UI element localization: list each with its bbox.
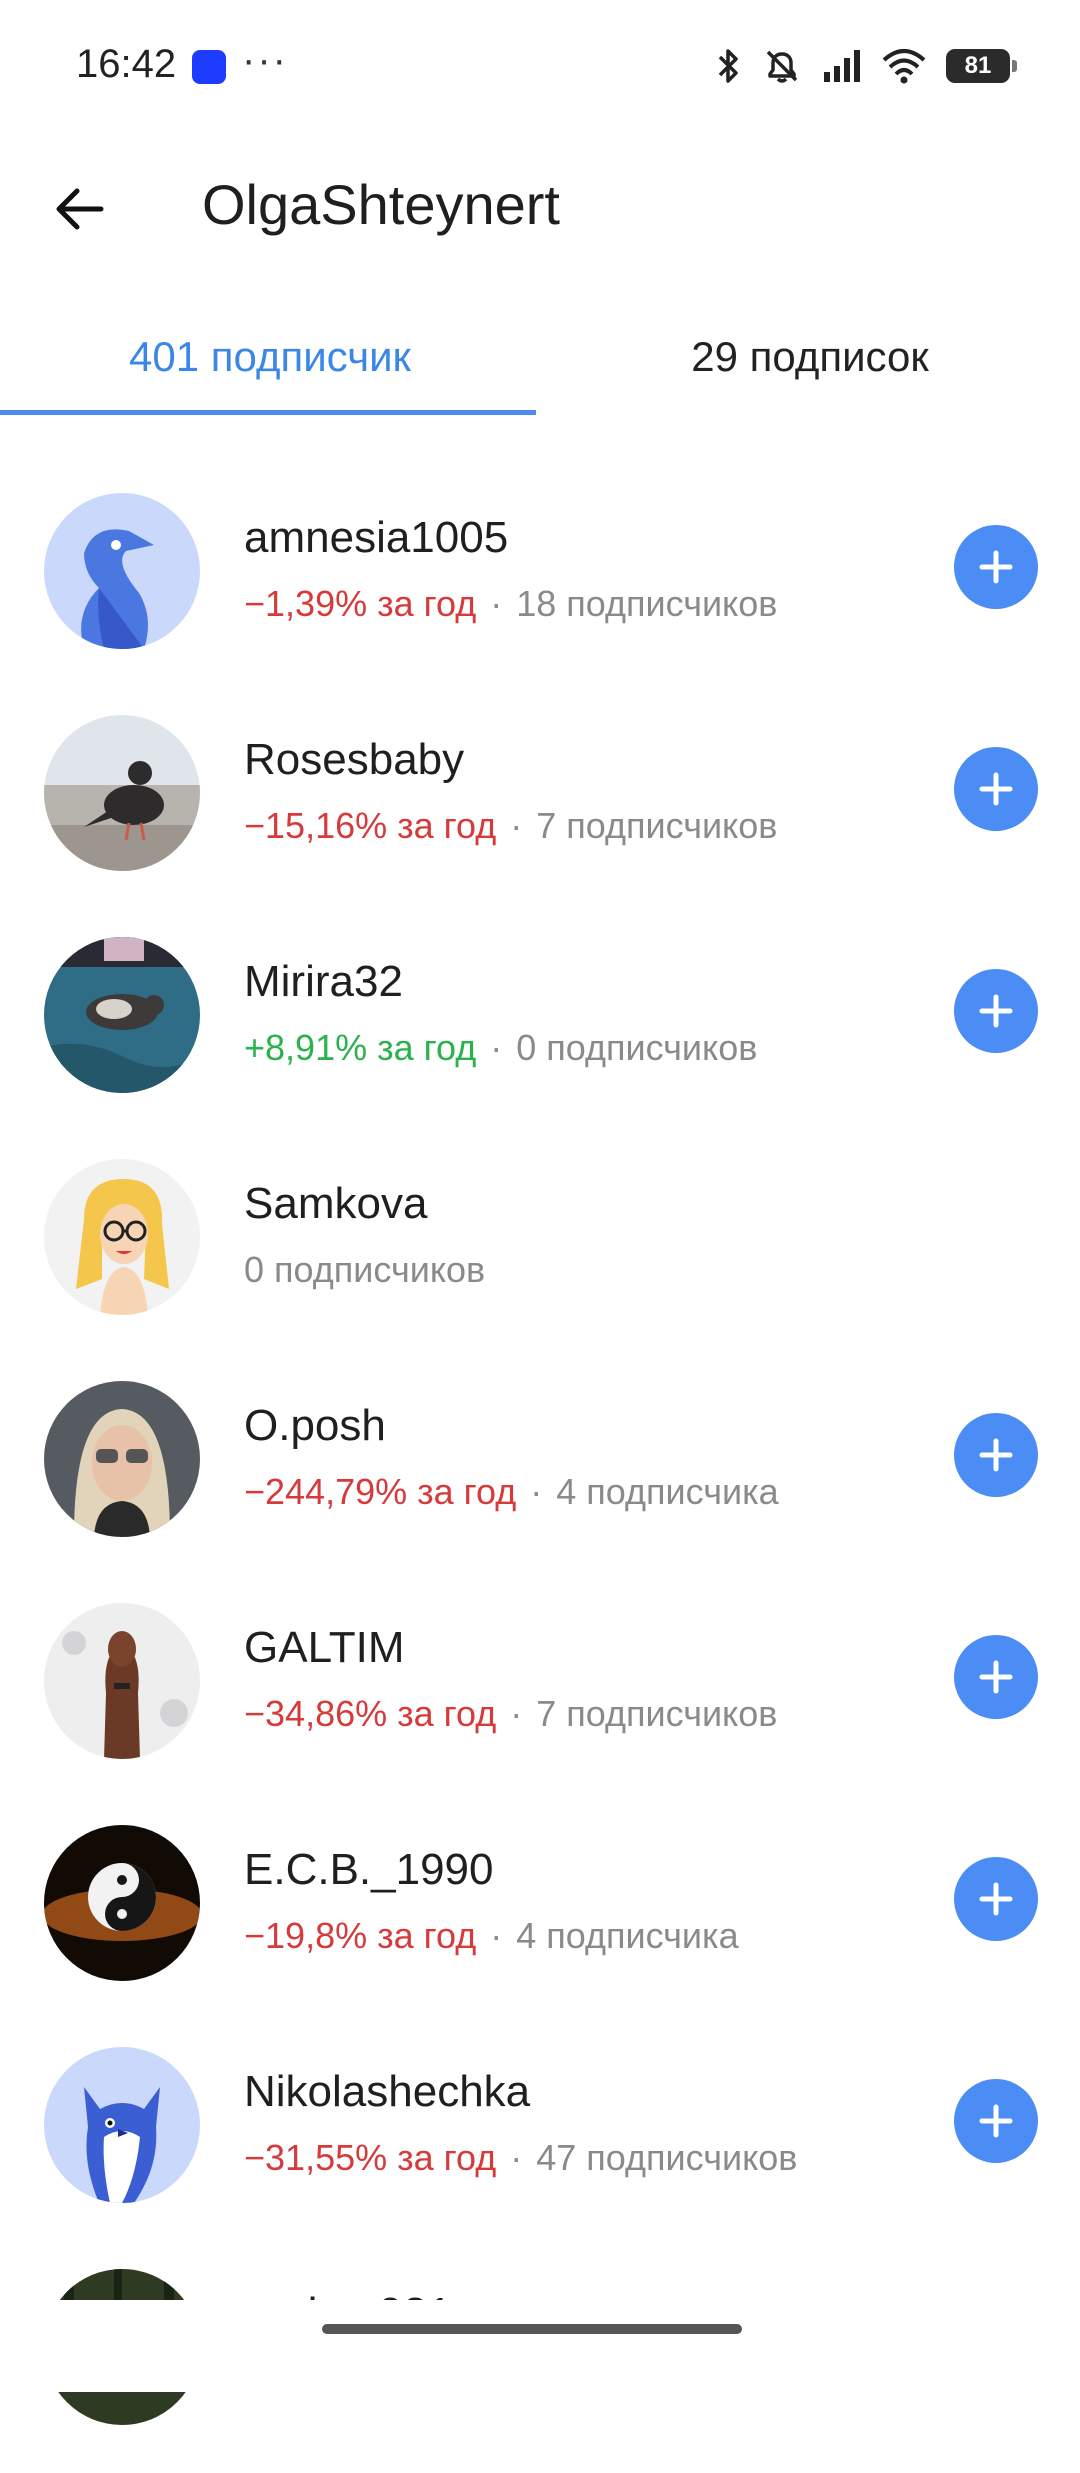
user-meta: −244,79% за год · 4 подписчика bbox=[244, 1471, 779, 1512]
user-meta: −15,16% за год · 7 подписчиков bbox=[244, 805, 778, 846]
follower-count: 4 подписчика bbox=[516, 1915, 739, 1956]
avatar[interactable] bbox=[44, 493, 200, 649]
avatar[interactable] bbox=[44, 1159, 200, 1315]
avatar[interactable] bbox=[44, 1381, 200, 1537]
user-meta: −1,39% за год · 18 подписчиков bbox=[244, 583, 778, 624]
user-name: Nikolashechka bbox=[244, 2067, 531, 2116]
user-name: O.posh bbox=[244, 1401, 386, 1450]
tab-bar: 401 подписчик 29 подписок bbox=[0, 300, 1080, 420]
wifi-icon bbox=[882, 49, 926, 84]
avatar[interactable] bbox=[44, 715, 200, 871]
follow-button[interactable] bbox=[954, 969, 1038, 1053]
avatar[interactable] bbox=[44, 1603, 200, 1759]
follow-button[interactable] bbox=[954, 1635, 1038, 1719]
status-bar: 16:42 ··· 81 bbox=[0, 0, 1080, 130]
follower-count: 47 подписчиков bbox=[536, 2137, 798, 2178]
follow-button[interactable] bbox=[954, 2079, 1038, 2163]
bluetooth-icon bbox=[718, 49, 738, 83]
back-button[interactable] bbox=[44, 174, 114, 244]
user-name: GALTIM bbox=[244, 1623, 405, 1672]
user-meta: +8,91% за год · 0 подписчиков bbox=[244, 1027, 758, 1068]
follow-button[interactable] bbox=[954, 1857, 1038, 1941]
active-tab-indicator bbox=[0, 410, 536, 415]
list-item[interactable]: Mirira32 +8,91% за год · 0 подписчиков bbox=[0, 919, 1080, 1141]
followers-list: amnesia1005 −1,39% за год · 18 подписчиков… bbox=[0, 475, 1080, 2473]
user-name: Samkova bbox=[244, 1179, 428, 1228]
tab-following[interactable]: 29 подписок bbox=[540, 300, 1080, 414]
user-meta: −19,8% за год · 4 подписчика bbox=[244, 1915, 739, 1956]
list-item[interactable]: O.posh −244,79% за год · 4 подписчика bbox=[0, 1363, 1080, 1585]
plus-icon bbox=[979, 1660, 1013, 1694]
status-time: 16:42 bbox=[76, 42, 177, 86]
user-meta: 0 подписчиков bbox=[244, 1249, 485, 1291]
follow-button[interactable] bbox=[954, 1413, 1038, 1497]
home-indicator[interactable] bbox=[322, 2324, 742, 2334]
user-name: amnesia1005 bbox=[244, 513, 509, 562]
list-item[interactable]: GALTIM −34,86% за год · 7 подписчиков bbox=[0, 1585, 1080, 1807]
avatar[interactable] bbox=[44, 2047, 200, 2203]
status-icons: 81 bbox=[716, 44, 1017, 88]
yearly-change: −15,16% за год bbox=[244, 805, 497, 846]
user-name: Rosesbaby bbox=[244, 735, 465, 784]
more-notifications-icon: ··· bbox=[242, 38, 288, 82]
plus-icon bbox=[979, 1438, 1013, 1472]
mute-icon bbox=[766, 50, 798, 83]
user-meta: −31,55% за год · 47 подписчиков bbox=[244, 2137, 798, 2178]
yearly-change: −244,79% за год bbox=[244, 1471, 517, 1512]
follower-count: 7 подписчиков bbox=[536, 805, 778, 846]
list-item[interactable]: Nikolashechka −31,55% за год · 47 подписчи… bbox=[0, 2029, 1080, 2251]
list-item[interactable]: amnesia1005 −1,39% за год · 18 подписчиков bbox=[0, 475, 1080, 697]
plus-icon bbox=[979, 1882, 1013, 1916]
plus-icon bbox=[979, 772, 1013, 806]
list-item[interactable]: Rosesbaby −15,16% за год · 7 подписчиков bbox=[0, 697, 1080, 919]
user-name: E.C.B._1990 bbox=[244, 1845, 494, 1894]
yearly-change: −34,86% за год bbox=[244, 1693, 497, 1734]
plus-icon bbox=[979, 2104, 1013, 2138]
follower-count: 18 подписчиков bbox=[516, 583, 778, 624]
yearly-change: +8,91% за год bbox=[244, 1027, 477, 1068]
app-notification-icon bbox=[192, 50, 226, 84]
user-meta: −34,86% за год · 7 подписчиков bbox=[244, 1693, 778, 1734]
avatar[interactable] bbox=[44, 937, 200, 1093]
avatar[interactable] bbox=[44, 1825, 200, 1981]
follower-count: 0 подписчиков bbox=[244, 1249, 486, 1290]
plus-icon bbox=[979, 550, 1013, 584]
tab-followers[interactable]: 401 подписчик bbox=[0, 300, 540, 414]
yearly-change: −1,39% за год bbox=[244, 583, 477, 624]
bottom-nav-area bbox=[0, 2300, 1080, 2392]
page-title: OlgaShteynert bbox=[202, 173, 560, 236]
battery-icon: 81 bbox=[946, 49, 1017, 83]
follow-button[interactable] bbox=[954, 525, 1038, 609]
yearly-change: −19,8% за год bbox=[244, 1915, 477, 1956]
list-item[interactable]: Samkova 0 подписчиков bbox=[0, 1141, 1080, 1363]
user-name: Mirira32 bbox=[244, 957, 403, 1006]
yearly-change: −31,55% за год bbox=[244, 2137, 497, 2178]
signal-icon bbox=[824, 50, 860, 82]
follower-count: 7 подписчиков bbox=[536, 1693, 778, 1734]
list-item[interactable]: E.C.B._1990 −19,8% за год · 4 подписчика bbox=[0, 1807, 1080, 2029]
app-header: OlgaShteynert bbox=[0, 150, 1080, 270]
arrow-left-icon bbox=[56, 188, 104, 230]
follower-count: 4 подписчика bbox=[556, 1471, 779, 1512]
plus-icon bbox=[979, 994, 1013, 1028]
follow-button[interactable] bbox=[954, 747, 1038, 831]
follower-count: 0 подписчиков bbox=[516, 1027, 758, 1068]
